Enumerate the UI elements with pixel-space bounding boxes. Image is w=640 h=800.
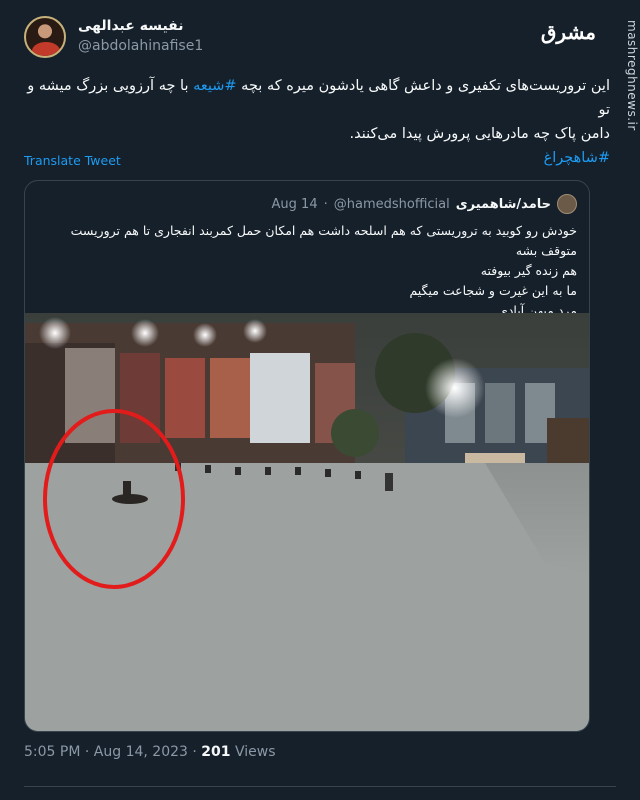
author-handle[interactable]: @abdolahinafise1 <box>78 38 203 54</box>
tweet-time[interactable]: 5:05 PM <box>24 744 80 760</box>
tweet-text-part: دامن پاک چه مادرهایی پرورش پیدا می‌کنند. <box>349 126 610 142</box>
separator: · <box>192 744 197 760</box>
divider <box>24 786 616 787</box>
tweet-footer: 5:05 PM · Aug 14, 2023 · 201 Views <box>24 744 276 760</box>
quoted-tweet[interactable]: Aug 14 · @hamedshofficial حامد/شاهمیری خ… <box>24 180 590 732</box>
quoted-video[interactable] <box>25 313 589 731</box>
hashtag-link[interactable]: #شاهچراغ <box>544 150 610 166</box>
translate-tweet-link[interactable]: Translate Tweet <box>24 153 121 168</box>
quoted-text: خودش رو کوبید به تروریستی که هم اسلحه دا… <box>37 221 577 321</box>
quoted-text-line: خودش رو کوبید به تروریستی که هم اسلحه دا… <box>70 223 577 258</box>
site-watermark: mashreghnews.ir <box>625 20 639 131</box>
quoted-text-line: هم زنده گیر بیوفته <box>480 263 577 278</box>
tweet-date[interactable]: Aug 14, 2023 <box>94 744 188 760</box>
cctv-frame-image <box>25 313 589 731</box>
tweet-text-part: این تروریست‌های تکفیری و داعش گاهی یادشو… <box>236 78 610 94</box>
views-label: Views <box>234 744 276 760</box>
views-count[interactable]: 201 <box>201 744 230 760</box>
separator: · <box>84 744 90 760</box>
author-display-name[interactable]: نفیسه عبدالهی <box>78 18 184 34</box>
separator: · <box>323 196 328 212</box>
hashtag-link[interactable]: #شیعه <box>193 78 236 94</box>
quoted-tweet-header: Aug 14 · @hamedshofficial حامد/شاهمیری <box>272 193 577 215</box>
quoted-avatar <box>557 194 577 214</box>
site-logo: مشرق <box>540 20 596 44</box>
tweet-header: نفیسه عبدالهی @abdolahinafise1 مشرق <box>24 14 616 64</box>
quoted-date[interactable]: Aug 14 <box>272 197 318 212</box>
quoted-text-line: ما به این غیرت و شجاعت میگیم <box>409 283 577 298</box>
author-avatar[interactable] <box>24 16 66 58</box>
quoted-handle: @hamedshofficial <box>333 196 450 212</box>
quoted-display-name: حامد/شاهمیری <box>455 196 551 212</box>
